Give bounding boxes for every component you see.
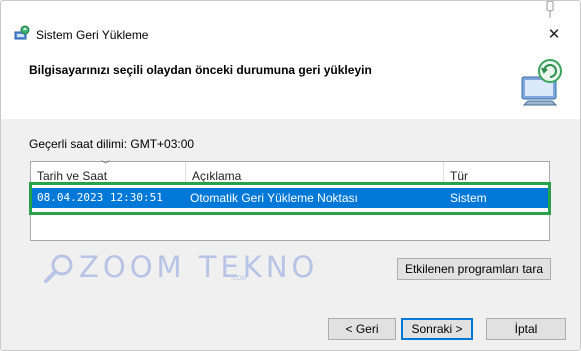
content-panel: Geçerli saat dilimi: GMT+03:00 ﹀ Tarih v… <box>1 119 580 350</box>
watermark-sub: .COM <box>231 276 247 282</box>
column-header-date[interactable]: ﹀ Tarih ve Saat <box>31 160 186 184</box>
window-title: Sistem Geri Yükleme <box>36 28 149 42</box>
header-panel: Bilgisayarınızı seçili olaydan önceki du… <box>1 49 580 119</box>
timezone-label: Geçerli saat dilimi: GMT+03:00 <box>29 137 195 151</box>
close-button[interactable]: ✕ <box>542 23 566 47</box>
next-button[interactable]: Sonraki > <box>401 318 473 340</box>
pin-icon <box>546 1 554 18</box>
watermark: ZOOM TEKNO .COM <box>37 250 314 290</box>
page-heading: Bilgisayarınızı seçili olaydan önceki du… <box>29 63 372 77</box>
column-header-description[interactable]: Açıklama <box>186 162 444 184</box>
row-type: Sistem <box>450 191 487 205</box>
restore-points-table[interactable]: ﹀ Tarih ve Saat Açıklama Tür 08.04.2023 … <box>30 160 550 241</box>
back-button[interactable]: < Geri <box>328 318 396 340</box>
watermark-text: ZOOM TEKNO <box>79 250 319 284</box>
system-restore-icon <box>14 25 30 40</box>
system-restore-window: Sistem Geri Yükleme ✕ Bilgisayarınızı se… <box>0 0 581 351</box>
sort-chevron-down-icon: ﹀ <box>101 160 111 170</box>
system-restore-computer-icon <box>521 59 562 106</box>
row-description: Otomatik Geri Yükleme Noktası <box>190 191 358 205</box>
title-bar: Sistem Geri Yükleme ✕ <box>1 19 580 49</box>
close-icon: ✕ <box>547 26 561 43</box>
cancel-button[interactable]: İptal <box>486 318 566 340</box>
scan-affected-programs-button[interactable]: Etkilenen programları tara <box>397 258 551 280</box>
table-row[interactable]: 08.04.2023 12:30:51 Otomatik Geri Yüklem… <box>32 188 548 208</box>
magnifier-icon <box>44 254 73 283</box>
row-date: 08.04.2023 12:30:51 <box>37 191 163 204</box>
column-header-type[interactable]: Tür <box>444 162 549 184</box>
